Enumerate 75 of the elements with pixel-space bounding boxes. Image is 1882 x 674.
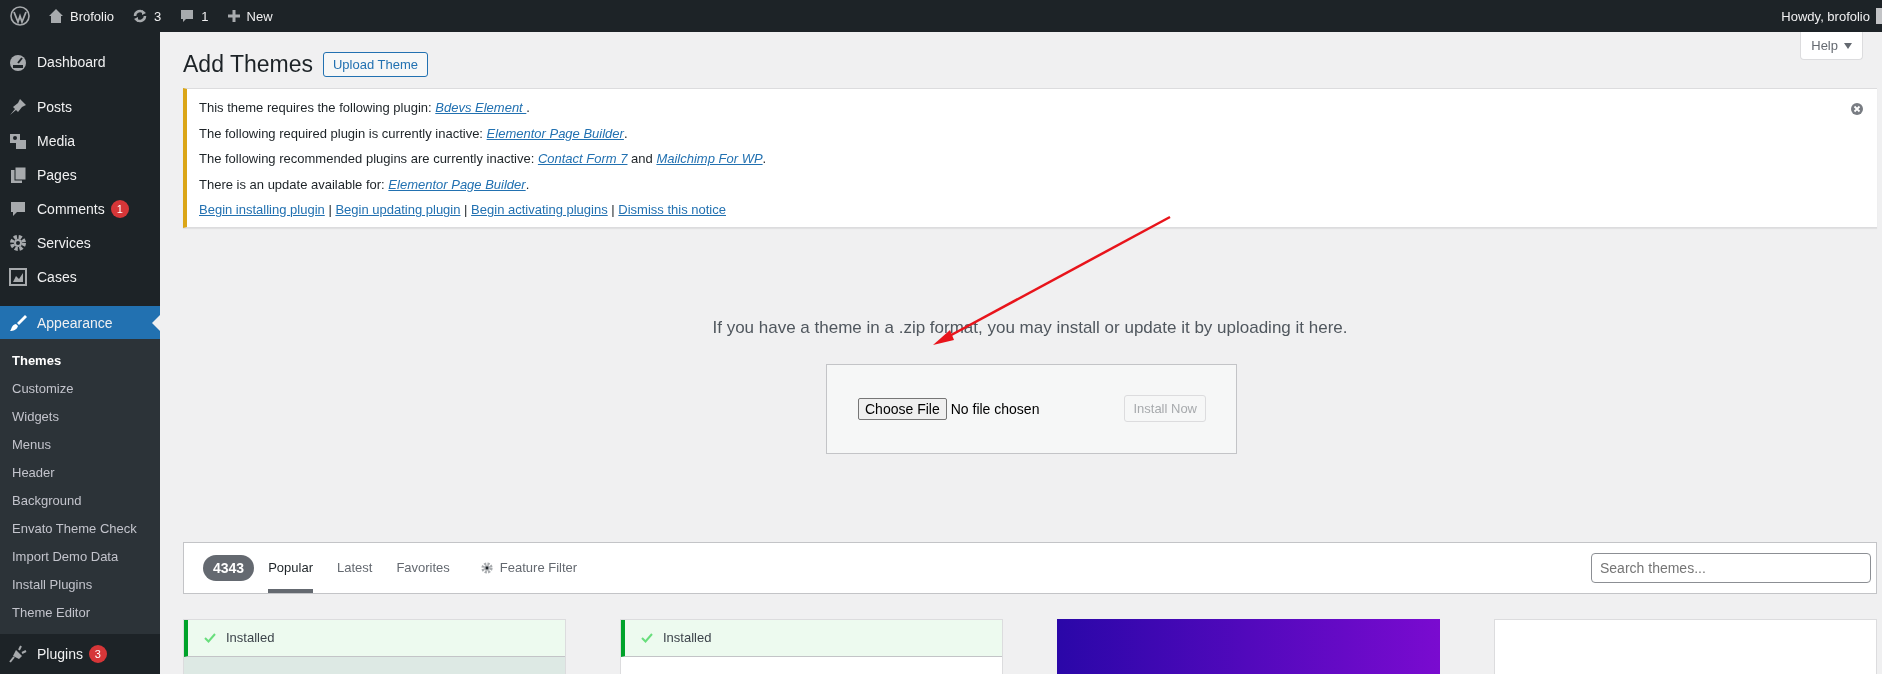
notice-action-link[interactable]: Dismiss this notice (618, 202, 726, 217)
installed-label: Installed (226, 630, 275, 645)
filter-tab[interactable]: Latest (336, 542, 373, 593)
submenu-item[interactable]: Theme Editor (0, 598, 160, 626)
plugin-link[interactable]: Elementor Page Builder (486, 125, 624, 141)
checkmark-icon (641, 632, 653, 643)
sidebar-item[interactable]: Appearance (0, 306, 160, 339)
theme-card[interactable]: Installed (183, 618, 566, 674)
page-title: Add Themes (183, 50, 313, 78)
feature-filter-link[interactable]: Feature Filter (479, 542, 578, 593)
notice-text: The following required plugin is currently inactive: Elementor Page Builder. (199, 124, 629, 143)
notice-text: The following recommended plugins are currently inactive: Contact Form 7 and Mailchimp For WP. (199, 150, 768, 168)
dashboard-icon (8, 52, 28, 72)
gear-icon (479, 560, 494, 575)
greeting-link[interactable]: Howdy, brofolio (1781, 8, 1870, 24)
pages-icon (8, 165, 28, 185)
submenu-item[interactable]: Envato Theme Check (0, 514, 160, 542)
plug-icon (8, 644, 28, 664)
notice-action-link[interactable]: Begin activating plugins (471, 202, 608, 217)
refresh-icon[interactable] (132, 8, 149, 24)
filter-tab[interactable]: Popular (268, 542, 313, 593)
site-name-link[interactable]: Brofolio (70, 8, 115, 24)
sidebar-item[interactable]: Services (0, 226, 160, 260)
sidebar-item[interactable]: Posts (0, 90, 160, 124)
notice-action-link[interactable]: Begin updating plugin (335, 202, 461, 217)
sidebar-item[interactable]: Dashboard (0, 45, 160, 79)
sidebar-item[interactable]: Comments 1 (0, 192, 160, 226)
submenu-item[interactable]: Menus (0, 430, 160, 458)
submenu-item[interactable]: Customize (0, 374, 160, 402)
home-icon[interactable] (48, 8, 64, 24)
submenu-item[interactable]: Header (0, 458, 160, 486)
file-status: No file chosen (950, 400, 1040, 417)
plugin-link[interactable]: Mailchimp For WP (656, 151, 763, 166)
help-tab[interactable]: Help (1800, 32, 1863, 60)
search-field[interactable]: Search themes... (1591, 552, 1871, 583)
caret-icon (1844, 42, 1852, 49)
plugin-link[interactable]: Elementor Page Builder (388, 176, 526, 192)
comments-count[interactable]: 1 (201, 8, 209, 24)
count-badge: 3 (88, 645, 107, 663)
choose-file-button[interactable]: Choose File (858, 397, 947, 420)
submenu-item[interactable]: Themes (0, 346, 160, 374)
comment-icon (8, 199, 28, 219)
plugin-link[interactable]: Contact Form 7 (537, 151, 628, 166)
checkmark-icon (204, 632, 216, 643)
installed-label: Installed (663, 630, 712, 645)
submenu-item[interactable]: Background (0, 486, 160, 514)
brush-icon (8, 312, 28, 333)
updates-count[interactable]: 3 (154, 8, 162, 24)
plugin-link[interactable]: Bdevs Element (435, 100, 527, 115)
comment-icon[interactable] (179, 8, 196, 24)
upload-theme-button[interactable]: Upload Theme (323, 51, 429, 77)
media-icon (8, 131, 28, 151)
sidebar-item[interactable]: Cases (0, 260, 160, 294)
theme-card[interactable]: Installed (620, 618, 1003, 674)
count-badge: 1 (110, 200, 129, 218)
wordpress-logo-icon[interactable] (10, 6, 30, 26)
new-link[interactable]: New (246, 8, 273, 24)
notice-text: This theme requires the following plugin: Bdevs Element . (199, 99, 531, 117)
notice-text: There is an update available for: Elementor Page Builder. (199, 175, 531, 194)
image-icon (8, 267, 28, 287)
filter-tab[interactable]: Favorites (396, 542, 450, 593)
sidebar-item[interactable]: Pages (0, 158, 160, 192)
sidebar-item[interactable]: Media (0, 124, 160, 158)
close-icon[interactable] (1851, 103, 1863, 115)
link-separator: | (464, 202, 468, 217)
submenu-item[interactable]: Widgets (0, 402, 160, 430)
link-separator: | (328, 202, 332, 217)
theme-count: 4343 (203, 554, 255, 581)
link-separator: | (611, 202, 615, 217)
pin-icon (8, 97, 28, 117)
submenu-item[interactable]: Import Demo Data (0, 542, 160, 570)
submenu-item[interactable]: Install Plugins (0, 570, 160, 598)
gear-icon (8, 233, 28, 253)
plus-icon[interactable] (226, 9, 241, 23)
notice-action-link[interactable]: Begin installing plugin (199, 202, 325, 217)
